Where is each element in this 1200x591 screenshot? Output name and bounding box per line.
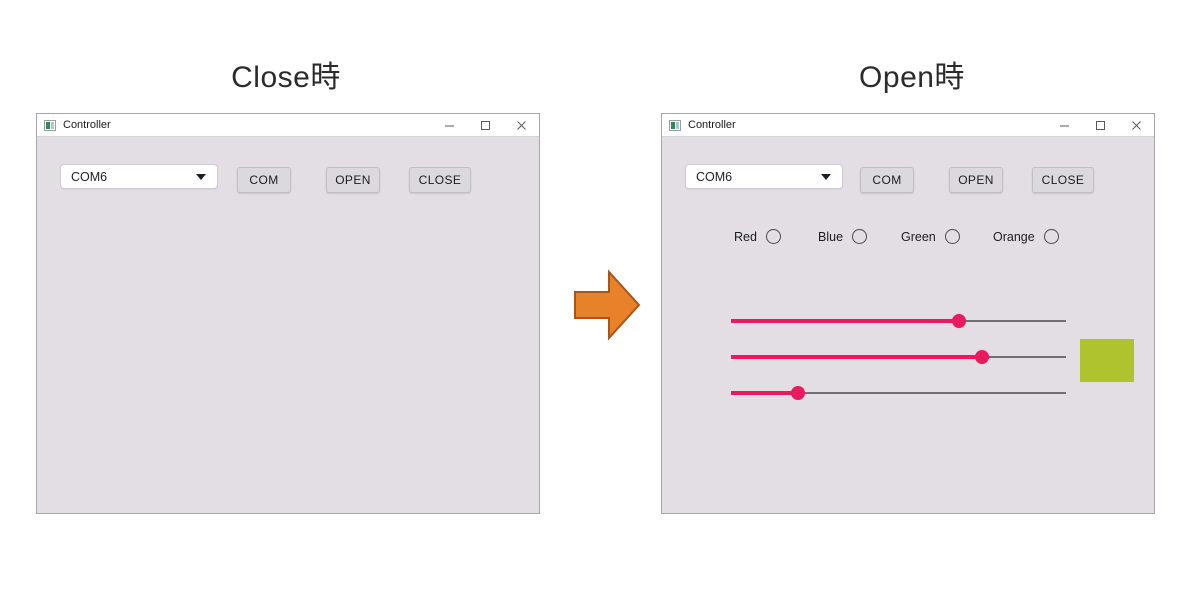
- caption-open-state: Open時: [859, 61, 965, 94]
- com-port-select[interactable]: COM6: [685, 164, 843, 189]
- slider-fill: [731, 355, 983, 359]
- chevron-down-icon: [196, 173, 206, 180]
- radio-label-green: Green: [901, 229, 936, 244]
- maximize-icon[interactable]: [1082, 114, 1118, 136]
- radio-circle-icon[interactable]: [852, 229, 868, 244]
- open-button[interactable]: OPEN: [326, 167, 380, 193]
- radio-label-red: Red: [734, 229, 757, 244]
- slider-thumb[interactable]: [975, 350, 990, 364]
- slider-3[interactable]: [731, 386, 1066, 400]
- radio-circle-icon[interactable]: [944, 229, 960, 244]
- close-button[interactable]: CLOSE: [409, 167, 471, 193]
- window-title: Controller: [688, 119, 736, 131]
- window-buttons: [1046, 114, 1154, 136]
- radio-label-blue: Blue: [818, 229, 844, 244]
- com-port-select-value: COM6: [696, 169, 733, 184]
- minimize-icon[interactable]: [1046, 114, 1082, 136]
- radio-option-blue[interactable]: Blue: [818, 229, 868, 244]
- slider-thumb[interactable]: [951, 314, 966, 328]
- titlebar: Controller: [662, 114, 1154, 137]
- close-button[interactable]: CLOSE: [1032, 167, 1094, 193]
- com-button[interactable]: COM: [237, 167, 291, 193]
- chevron-down-icon: [821, 173, 831, 180]
- com-port-select-value: COM6: [71, 169, 108, 184]
- radio-circle-icon[interactable]: [1043, 229, 1059, 244]
- radio-label-orange: Orange: [993, 229, 1035, 244]
- close-icon[interactable]: [1118, 114, 1154, 136]
- radio-option-red[interactable]: Red: [734, 229, 781, 244]
- window-title: Controller: [63, 119, 111, 131]
- color-radio-group: Red Blue Green Orange: [662, 229, 1154, 249]
- right-arrow-icon: [573, 268, 641, 342]
- color-preview-swatch: [1080, 339, 1134, 382]
- titlebar: Controller: [37, 114, 539, 137]
- slider-thumb[interactable]: [791, 386, 805, 400]
- slider-2[interactable]: [731, 350, 1066, 364]
- open-button[interactable]: OPEN: [949, 167, 1003, 193]
- window-buttons: [431, 114, 539, 136]
- app-icon: [44, 119, 56, 131]
- radio-circle-icon[interactable]: [765, 229, 781, 244]
- com-port-select[interactable]: COM6: [60, 164, 218, 189]
- com-button[interactable]: COM: [860, 167, 914, 193]
- slider-fill: [731, 319, 959, 323]
- minimize-icon[interactable]: [431, 114, 467, 136]
- controller-window-closed: Controller COM6 COM OPEN CLOSE: [36, 113, 540, 514]
- radio-option-green[interactable]: Green: [901, 229, 960, 244]
- slider-fill: [731, 391, 798, 395]
- radio-option-orange[interactable]: Orange: [993, 229, 1059, 244]
- maximize-icon[interactable]: [467, 114, 503, 136]
- controller-window-opened: Controller COM6 COM OPEN CLOSE Red Blue: [661, 113, 1155, 514]
- caption-close-state: Close時: [231, 61, 341, 94]
- slider-1[interactable]: [731, 314, 1066, 328]
- app-icon: [669, 119, 681, 131]
- close-icon[interactable]: [503, 114, 539, 136]
